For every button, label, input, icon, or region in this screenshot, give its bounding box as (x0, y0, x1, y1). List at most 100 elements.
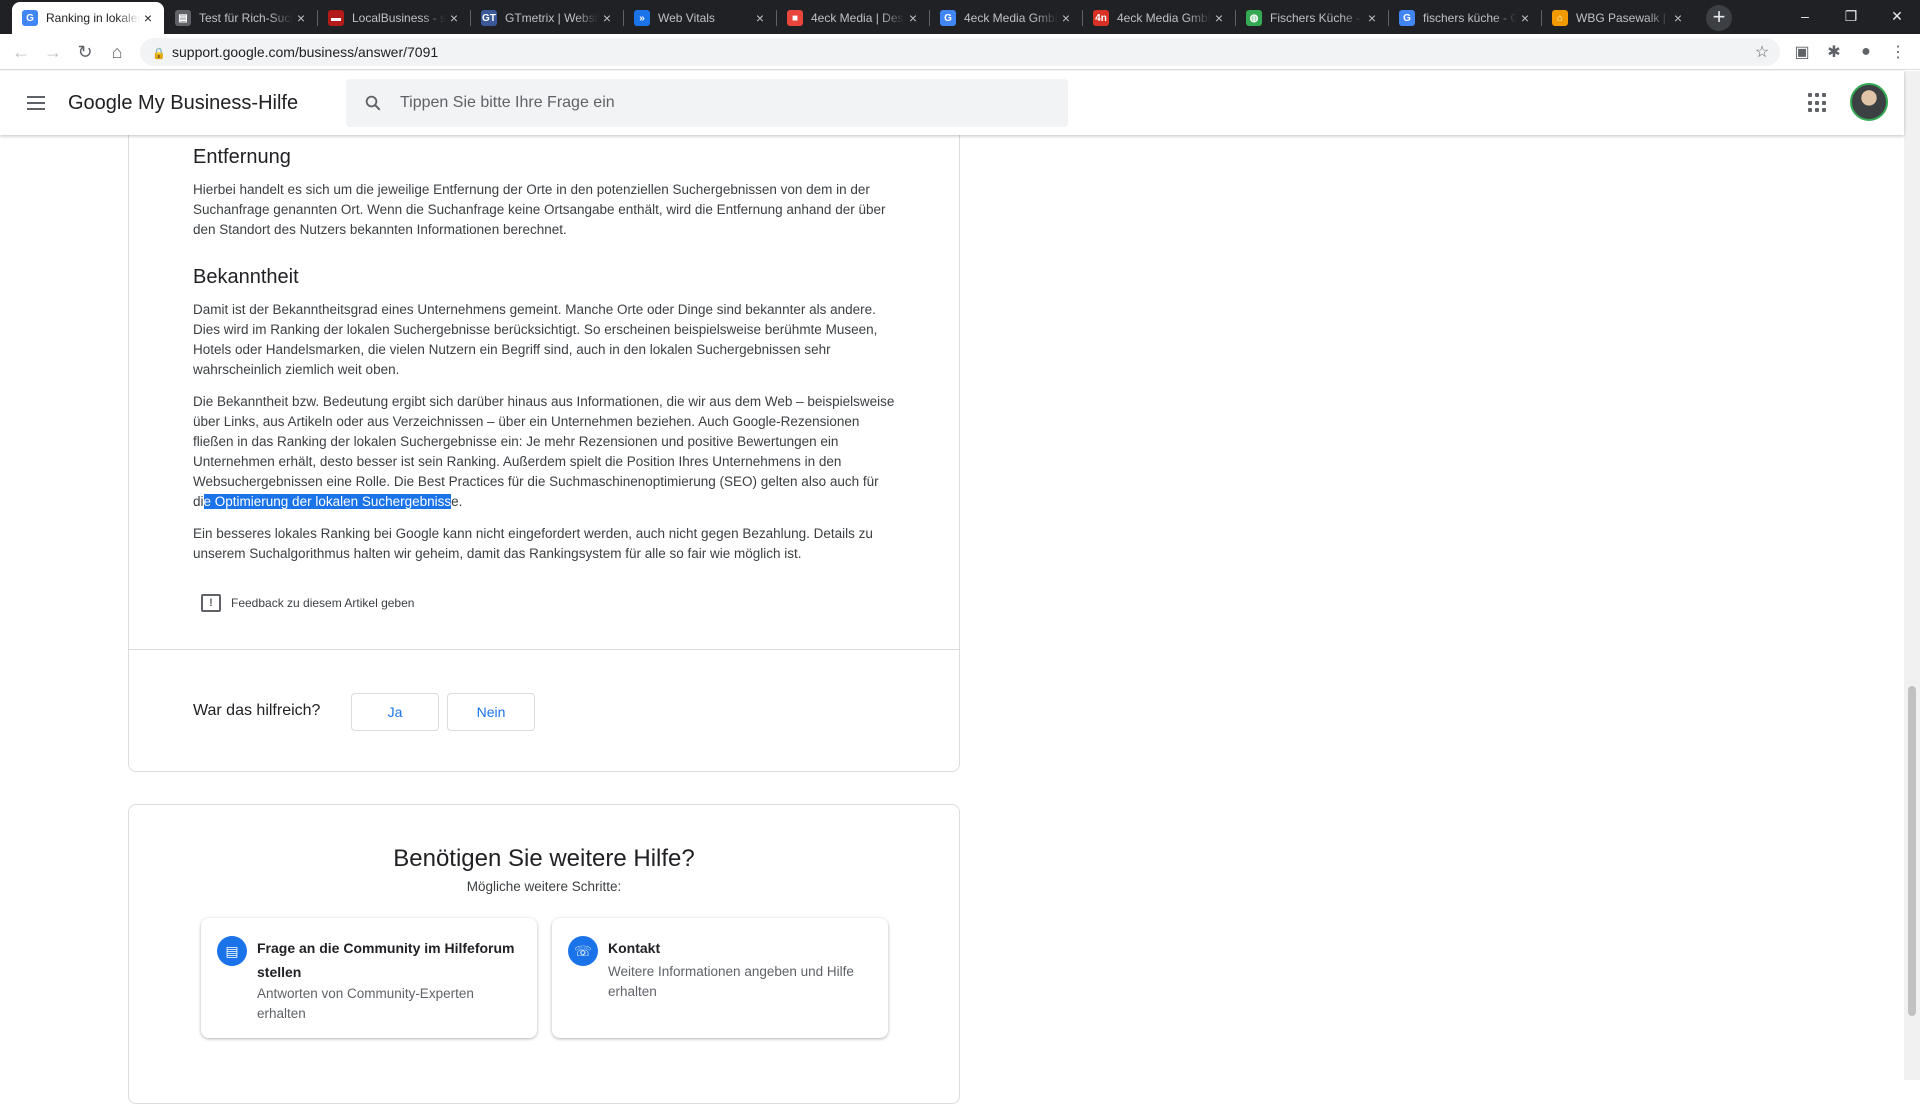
tab-title: 4eck Media | Design (811, 11, 905, 25)
browser-tab[interactable]: ▬ LocalBusiness - schema.org× (318, 2, 470, 34)
tab-favicon-icon: ⌂ (1552, 10, 1568, 26)
tab-title: Fischers Küche - Startseite (1270, 11, 1364, 25)
community-option-title: Frage an die Community im Hilfeforum ste… (257, 940, 515, 980)
tab-separator (1082, 10, 1083, 26)
tab-separator (317, 10, 318, 26)
tab-title: 4eck Media GmbH (1117, 11, 1211, 25)
helpful-question: War das hilfreich? (193, 702, 321, 719)
search-input[interactable] (400, 94, 1000, 112)
tab-title: Web Vitals (658, 11, 715, 25)
section-title-entfernung: Entfernung (193, 146, 291, 168)
google-apps-icon[interactable] (1808, 93, 1828, 113)
browser-tab[interactable]: G Ranking in lokalen Suchergebnissen× (12, 2, 164, 34)
tab-close-icon[interactable]: × (599, 10, 615, 26)
tab-favicon-icon: GT (481, 10, 497, 26)
community-option-card[interactable]: ▤ Frage an die Community im Hilfeforum s… (201, 918, 537, 1038)
tab-favicon-icon: ■ (787, 10, 803, 26)
tab-favicon-icon: G (1399, 10, 1415, 26)
tab-close-icon[interactable]: × (446, 10, 462, 26)
tab-favicon-icon: ▬ (328, 10, 344, 26)
home-icon[interactable]: ⌂ (104, 39, 130, 65)
back-icon[interactable]: ← (8, 39, 34, 65)
further-help-card: Benötigen Sie weitere Hilfe? Mögliche we… (128, 804, 960, 1104)
page-scrollbar[interactable] (1904, 71, 1920, 1080)
feedback-label: Feedback zu diesem Artikel geben (231, 596, 415, 610)
profile-icon[interactable]: ● (1854, 40, 1878, 64)
tab-close-icon[interactable]: × (140, 10, 156, 26)
community-option-desc: Antworten von Community-Experten erhalte… (257, 986, 474, 1021)
hamburger-menu-icon[interactable] (24, 91, 48, 115)
tab-favicon-icon: G (940, 10, 956, 26)
search-icon (365, 95, 381, 111)
contact-option-card[interactable]: ☏ Kontakt Weitere Informationen angeben … (552, 918, 888, 1038)
tab-close-icon[interactable]: × (1058, 10, 1074, 26)
tab-close-icon[interactable]: × (752, 10, 768, 26)
browser-tab[interactable]: Gfischers küche - Google× (1389, 2, 1541, 34)
tab-close-icon[interactable]: × (1211, 10, 1227, 26)
tab-close-icon[interactable]: × (1364, 10, 1380, 26)
no-button[interactable]: Nein (447, 693, 535, 731)
paragraph-entfernung: Hierbei handelt es sich um die jeweilige… (193, 182, 886, 237)
yes-button[interactable]: Ja (351, 693, 439, 731)
contact-option-title: Kontakt (608, 940, 661, 956)
app-header: Google My Business-Hilfe (0, 71, 1904, 135)
section-title-bekanntheit: Bekanntheit (193, 266, 299, 288)
selected-text: e Optimierung der lokalen Suchergebniss (203, 494, 452, 509)
url-text: support.google.com/business/answer/7091 (172, 44, 439, 60)
reload-icon[interactable]: ↻ (72, 39, 98, 65)
minimize-icon[interactable]: – (1782, 0, 1828, 32)
tab-separator (1388, 10, 1389, 26)
lock-icon: 🔒 (152, 48, 166, 60)
contact-option-desc: Weitere Informationen angeben und Hilfe … (608, 964, 854, 999)
bookmark-star-icon[interactable]: ☆ (1750, 40, 1774, 64)
restore-icon[interactable]: ❐ (1828, 0, 1874, 32)
further-help-subtitle: Mögliche weitere Schritte: (466, 879, 622, 894)
feedback-link[interactable]: ! Feedback zu diesem Artikel geben (201, 594, 414, 612)
browser-tab[interactable]: ◍ Fischers Küche - Startseite× (1236, 2, 1388, 34)
browser-tab[interactable]: » Web Vitals × (624, 2, 776, 34)
feedback-icon: ! (201, 594, 221, 612)
forum-icon: ▤ (217, 936, 247, 966)
tab-title: Test für Rich-Suchergebnisse (199, 11, 293, 25)
tab-title: WBG Pasewalk | Startseite (1576, 11, 1670, 25)
scrollbar-thumb[interactable] (1908, 686, 1916, 1016)
paragraph-bekanntheit-1: Damit ist der Bekanntheitsgrad eines Unt… (193, 302, 878, 377)
app-title: Google My Business-Hilfe (68, 92, 299, 114)
tab-favicon-icon: » (634, 10, 650, 26)
tab-favicon-icon: ▤ (175, 10, 191, 26)
more-menu-icon[interactable]: ⋮ (1886, 40, 1910, 64)
search-box (346, 79, 1068, 127)
tab-close-icon[interactable]: × (293, 10, 309, 26)
tab-separator (1235, 10, 1236, 26)
tab-separator (929, 10, 930, 26)
tab-title: fischers küche - Google (1423, 11, 1517, 25)
tab-title: Ranking in lokalen Suchergebnissen (46, 11, 140, 25)
article-card: Entfernung Hierbei handelt es sich um di… (128, 100, 960, 772)
cast-icon[interactable]: ▣ (1790, 40, 1814, 64)
extensions-icon[interactable]: ✱ (1822, 40, 1846, 64)
address-bar[interactable]: 🔒 support.google.com/business/answer/709… (140, 38, 1780, 66)
browser-tab[interactable]: 4n 4eck Media GmbH × (1083, 2, 1235, 34)
browser-tab[interactable]: ■ 4eck Media | Design× (777, 2, 929, 34)
tab-separator (623, 10, 624, 26)
tab-favicon-icon: G (22, 10, 38, 26)
divider (129, 649, 959, 650)
browser-tab[interactable]: ⌂ WBG Pasewalk | Startseite× (1542, 2, 1694, 34)
tab-separator (1541, 10, 1542, 26)
tab-separator (470, 10, 471, 26)
browser-tab[interactable]: GT GTmetrix | Website Speed× (471, 2, 623, 34)
browser-tab[interactable]: ▤ Test für Rich-Suchergebnisse× (165, 2, 317, 34)
tab-favicon-icon: 4n (1093, 10, 1109, 26)
tab-title: 4eck Media GmbH (964, 11, 1058, 25)
new-tab-button[interactable]: + (1706, 5, 1732, 31)
headset-icon: ☏ (568, 936, 598, 966)
tab-close-icon[interactable]: × (1670, 10, 1686, 26)
tab-title: LocalBusiness - schema.org (352, 11, 446, 25)
browser-tab[interactable]: G 4eck Media GmbH × (930, 2, 1082, 34)
tab-close-icon[interactable]: × (1517, 10, 1533, 26)
close-window-icon[interactable]: ✕ (1874, 0, 1920, 32)
tab-close-icon[interactable]: × (905, 10, 921, 26)
tab-favicon-icon: ◍ (1246, 10, 1262, 26)
forward-icon[interactable]: → (40, 39, 66, 65)
account-avatar[interactable] (1850, 83, 1888, 121)
